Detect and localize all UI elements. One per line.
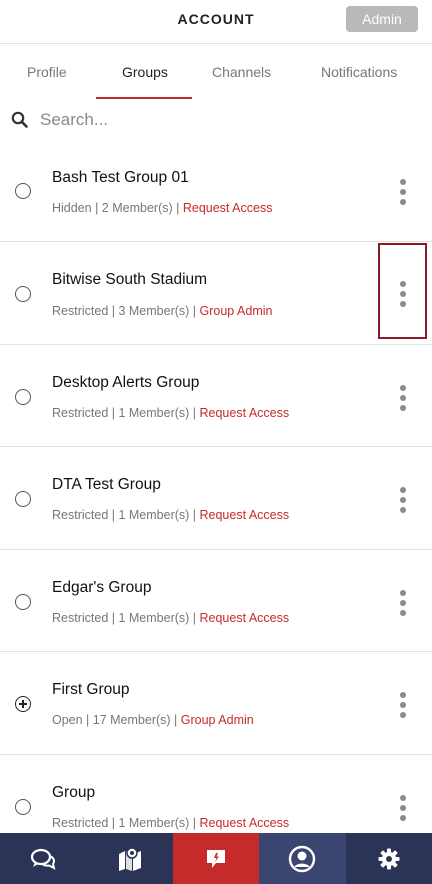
bottom-nav	[0, 833, 432, 884]
search-icon[interactable]	[11, 111, 29, 129]
map-icon	[118, 846, 141, 871]
more-options-icon[interactable]	[398, 384, 408, 411]
group-status: Hidden | 2 Member(s) | Request Access	[52, 201, 272, 215]
group-name: Bitwise South Stadium	[52, 271, 208, 288]
group-name: Bash Test Group 01	[52, 169, 189, 186]
tab-groups[interactable]: Groups	[122, 64, 168, 80]
list-item[interactable]: DTA Test Group Restricted | 1 Member(s) …	[0, 447, 432, 550]
request-access-link[interactable]: Request Access	[183, 201, 273, 215]
add-circle-icon[interactable]	[15, 696, 31, 712]
radio-empty-icon[interactable]	[15, 286, 31, 302]
nav-chat[interactable]	[0, 833, 86, 884]
nav-map[interactable]	[86, 833, 172, 884]
tab-channels[interactable]: Channels	[212, 64, 271, 80]
group-status-text: Restricted | 1 Member(s) |	[52, 405, 200, 420]
group-status: Restricted | 1 Member(s) | Request Acces…	[52, 611, 289, 625]
group-status-text: Hidden | 2 Member(s) |	[52, 201, 183, 215]
more-options-icon[interactable]	[398, 692, 408, 718]
group-name: Group	[52, 783, 96, 801]
group-status: Restricted | 1 Member(s) | Request Acces…	[52, 816, 289, 830]
active-tab-indicator	[96, 97, 192, 99]
group-list: Bash Test Group 01 Hidden | 2 Member(s) …	[0, 140, 432, 833]
list-item[interactable]: Desktop Alerts Group Restricted | 1 Memb…	[0, 345, 432, 447]
group-status: Restricted | 1 Member(s) | Request Acces…	[52, 508, 289, 522]
tab-notifications[interactable]: Notifications	[321, 64, 397, 80]
group-status-text: Restricted | 3 Member(s) |	[52, 304, 200, 318]
more-options-icon[interactable]	[398, 794, 408, 821]
list-item[interactable]: Bitwise South Stadium Restricted | 3 Mem…	[0, 242, 432, 345]
admin-button[interactable]: Admin	[346, 6, 418, 32]
search-bar	[0, 100, 432, 140]
group-name: DTA Test Group	[52, 476, 161, 493]
more-options-icon[interactable]	[398, 487, 408, 513]
group-status-text: Open | 17 Member(s) |	[52, 713, 181, 727]
search-input[interactable]	[40, 108, 410, 132]
app-header: ACCOUNT Admin	[0, 0, 432, 44]
chat-icon	[31, 848, 56, 870]
group-status-text: Restricted | 1 Member(s) |	[52, 508, 200, 522]
radio-empty-icon[interactable]	[15, 798, 31, 815]
group-name: Edgar's Group	[52, 578, 152, 596]
radio-empty-icon[interactable]	[15, 183, 31, 199]
radio-empty-icon[interactable]	[15, 593, 31, 610]
list-item[interactable]: Group Restricted | 1 Member(s) | Request…	[0, 755, 432, 834]
request-access-link[interactable]: Request Access	[200, 816, 290, 830]
list-item[interactable]: Bash Test Group 01 Hidden | 2 Member(s) …	[0, 140, 432, 242]
more-options-icon[interactable]	[398, 589, 408, 616]
nav-alerts[interactable]	[172, 833, 260, 884]
group-admin-link[interactable]: Group Admin	[200, 304, 273, 318]
list-item[interactable]: Edgar's Group Restricted | 1 Member(s) |…	[0, 550, 432, 652]
group-admin-link[interactable]: Group Admin	[181, 713, 254, 727]
alert-flag-icon	[206, 849, 225, 868]
radio-empty-icon[interactable]	[15, 491, 31, 507]
group-status-text: Restricted | 1 Member(s) |	[52, 815, 200, 830]
nav-settings[interactable]	[346, 833, 432, 884]
settings-gear-icon	[378, 848, 400, 869]
request-access-link[interactable]: Request Access	[200, 611, 290, 625]
request-access-link[interactable]: Request Access	[200, 508, 290, 522]
group-status: Open | 17 Member(s) | Group Admin	[52, 713, 254, 727]
highlight-box	[378, 243, 427, 339]
more-options-icon[interactable]	[398, 179, 408, 205]
group-name: First Group	[52, 681, 130, 698]
tab-bar: Profile Groups Channels Notifications	[0, 44, 432, 100]
group-status: Restricted | 3 Member(s) | Group Admin	[52, 304, 272, 318]
group-status-text: Restricted | 1 Member(s) |	[52, 610, 200, 625]
account-icon	[289, 845, 316, 872]
tab-profile[interactable]: Profile	[27, 64, 67, 80]
group-name: Desktop Alerts Group	[52, 373, 200, 391]
nav-account[interactable]	[259, 833, 346, 884]
request-access-link[interactable]: Request Access	[200, 406, 290, 420]
group-status: Restricted | 1 Member(s) | Request Acces…	[52, 406, 289, 420]
radio-empty-icon[interactable]	[15, 388, 31, 405]
list-item[interactable]: First Group Open | 17 Member(s) | Group …	[0, 652, 432, 755]
